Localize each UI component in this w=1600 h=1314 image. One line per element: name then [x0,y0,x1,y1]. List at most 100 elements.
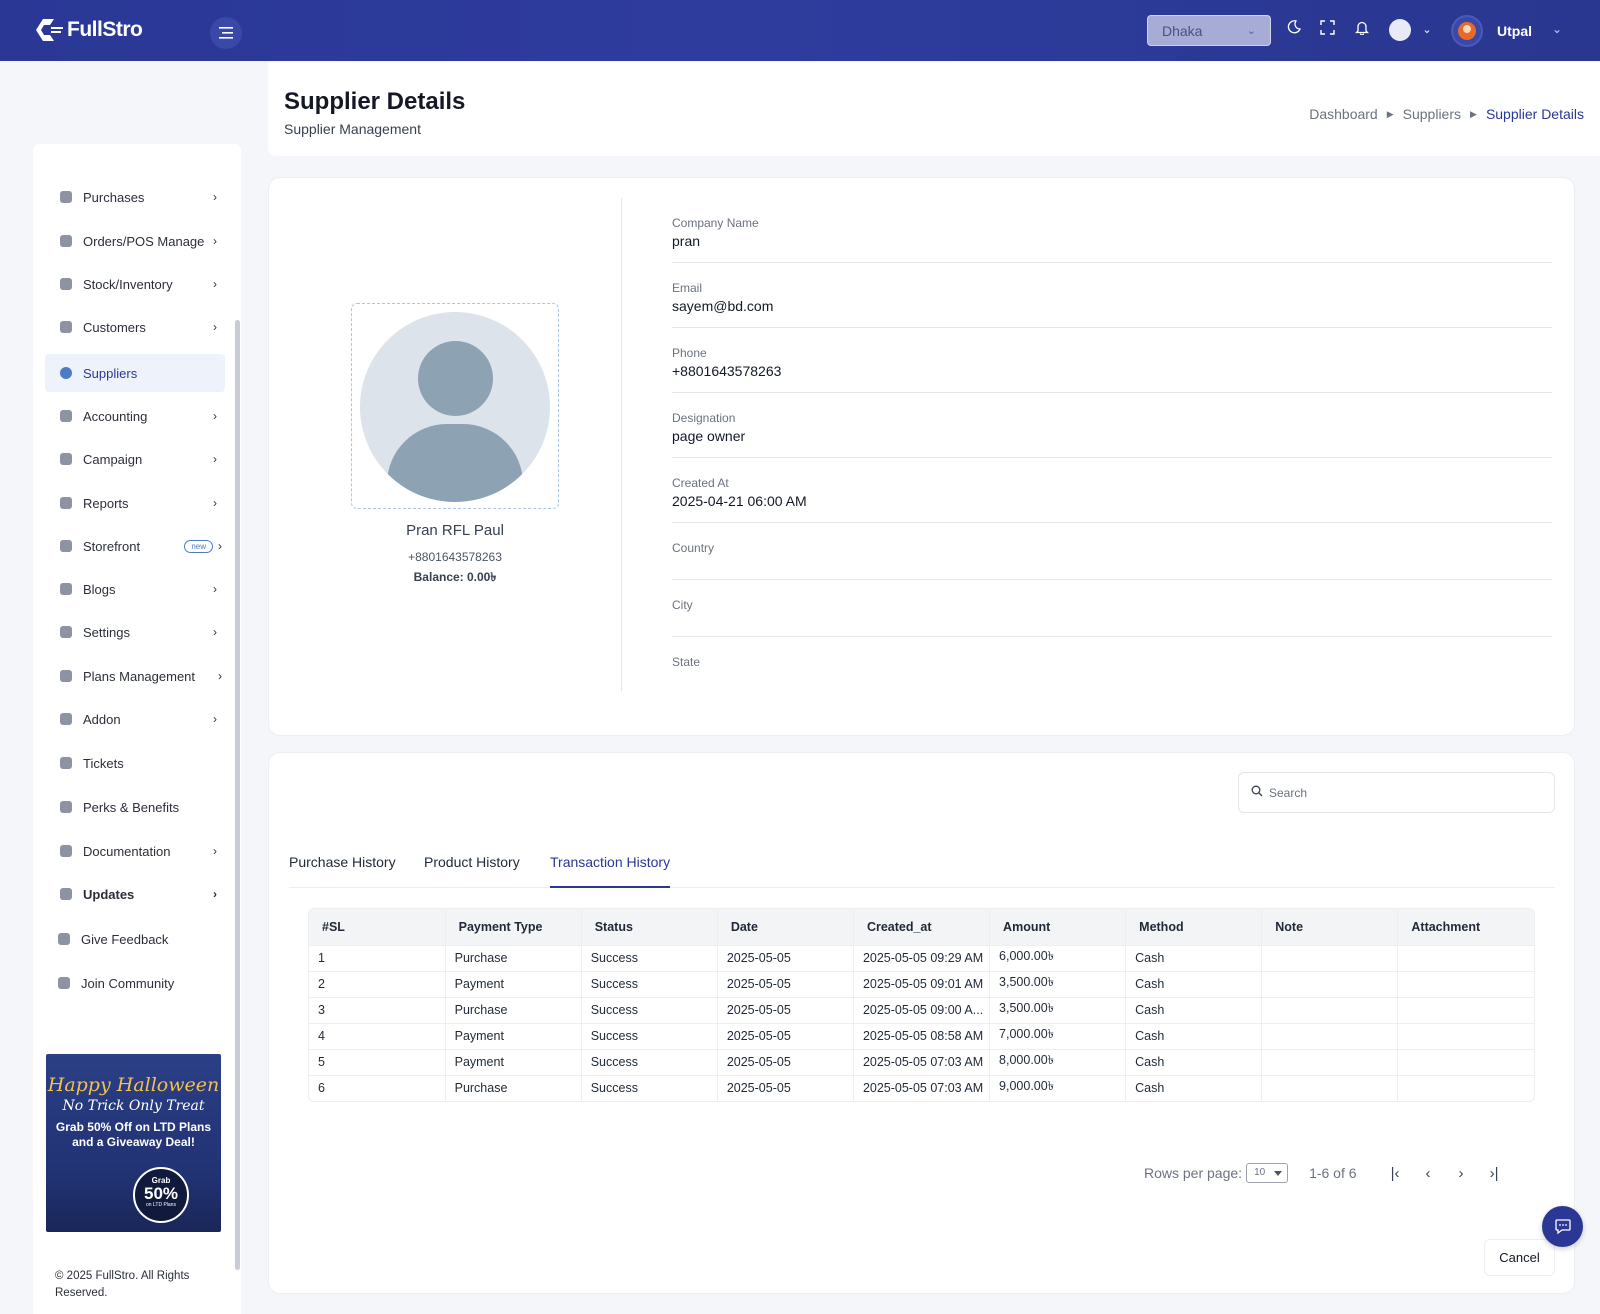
last-page-icon[interactable]: ›| [1478,1165,1511,1182]
cell-payment-type: Payment [445,1048,582,1075]
accounting-icon [60,410,72,422]
rows-per-page-value: 10 [1254,1167,1266,1178]
cell-status: Success [581,1022,718,1049]
cancel-button[interactable]: Cancel [1484,1239,1555,1276]
table-row[interactable]: 6 Purchase Success 2025-05-05 2025-05-05… [309,1074,1534,1101]
cell-date: 2025-05-05 [717,944,854,971]
sidebar-item-suppliers[interactable]: Suppliers [45,354,225,392]
fullscreen-icon[interactable] [1316,20,1338,41]
breadcrumb-dashboard[interactable]: Dashboard [1309,106,1378,122]
column-header-status[interactable]: Status [581,909,718,945]
community-icon [58,977,70,989]
sidebar-item-settings[interactable]: Settings › [45,613,225,651]
table-row[interactable]: 3 Purchase Success 2025-05-05 2025-05-05… [309,996,1534,1023]
breadcrumb-suppliers[interactable]: Suppliers [1403,106,1461,122]
rows-per-page-select[interactable]: 10 [1246,1163,1289,1183]
chevron-down-icon: ⌄ [1246,25,1256,37]
chevron-down-icon[interactable]: ⌄ [1416,20,1438,40]
sidebar-item-orders[interactable]: Orders/POS Management › [45,222,225,260]
cell-status: Success [581,1074,718,1101]
chevron-right-icon: › [213,582,217,596]
cell-attachment [1397,1048,1534,1075]
sidebar-item-accounting[interactable]: Accounting › [45,397,225,435]
caret-down-icon [1274,1171,1283,1176]
table-row[interactable]: 5 Payment Success 2025-05-05 2025-05-05 … [309,1048,1534,1075]
chevron-right-icon: › [213,320,217,334]
brand-logo[interactable]: FullStro [34,16,143,44]
column-header-amount[interactable]: Amount [989,909,1127,945]
sidebar-item-updates[interactable]: Updates › [45,875,225,913]
column-header-created-at[interactable]: Created_at [853,909,991,945]
cell-method: Cash [1125,996,1263,1023]
field-state: State [672,637,1552,694]
previous-page-icon[interactable]: ‹ [1412,1165,1445,1182]
sidebar-item-addon[interactable]: Addon › [45,700,225,738]
ticket-icon [60,757,72,769]
purchases-icon [60,191,72,203]
table-header-row: #SL Payment Type Status Date Created_at … [309,909,1534,945]
menu-toggle-button[interactable] [210,17,242,49]
tab-transaction-history[interactable]: Transaction History [550,854,671,888]
tab-purchase-history[interactable]: Purchase History [289,854,396,888]
sidebar-item-label: Storefront [83,538,141,554]
column-header-date[interactable]: Date [717,909,854,945]
supplier-photo[interactable] [351,303,559,509]
sidebar-item-label: Campaign [83,451,143,467]
storefront-icon [60,540,72,552]
sidebar-item-perks[interactable]: Perks & Benefits [45,788,225,826]
first-page-icon[interactable]: |‹ [1379,1165,1412,1182]
table-row[interactable]: 4 Payment Success 2025-05-05 2025-05-05 … [309,1022,1534,1049]
sidebar-item-tickets[interactable]: Tickets [45,744,225,782]
sidebar-item-label: Accounting [83,408,148,424]
documentation-icon [60,845,72,857]
tab-product-history[interactable]: Product History [424,854,520,888]
cell-note [1261,1048,1399,1075]
column-header-sl[interactable]: #SL [309,909,446,945]
brand-name: FullStro [67,18,143,41]
perks-icon [60,801,72,813]
bell-icon[interactable] [1351,20,1373,41]
chat-icon [1554,1219,1571,1234]
chevron-right-icon: › [213,496,217,510]
chat-button[interactable] [1542,1206,1583,1247]
field-label: Email [672,281,703,295]
sidebar-scrollbar[interactable] [235,320,240,1270]
chevron-down-icon[interactable]: ⌄ [1552,22,1562,36]
sidebar-item-reports[interactable]: Reports › [45,484,225,522]
column-header-method[interactable]: Method [1125,909,1263,945]
column-header-note[interactable]: Note [1261,909,1399,945]
user-avatar[interactable] [1451,15,1483,47]
sidebar-item-plans[interactable]: Plans Management › [45,657,225,695]
column-header-attachment[interactable]: Attachment [1397,909,1534,945]
sidebar-item-purchases[interactable]: Purchases › [45,178,225,216]
cell-date: 2025-05-05 [717,970,854,997]
sidebar-item-feedback[interactable]: Give Feedback [45,920,225,958]
column-header-payment-type[interactable]: Payment Type [445,909,582,945]
sidebar-item-community[interactable]: Join Community [45,964,225,1002]
sidebar-item-label: Suppliers [83,365,138,381]
sidebar-item-storefront[interactable]: Storefront new › [45,527,225,565]
history-card: Purchase History Product History Transac… [268,752,1575,1294]
sidebar-item-blogs[interactable]: Blogs › [45,570,225,608]
table-row[interactable]: 1 Purchase Success 2025-05-05 2025-05-05… [309,944,1534,971]
sidebar-item-campaign[interactable]: Campaign › [45,440,225,478]
language-flag-icon[interactable] [1389,19,1411,41]
page-subtitle: Supplier Management [284,121,421,137]
dark-mode-icon[interactable] [1283,20,1305,40]
user-name[interactable]: Utpal [1497,23,1532,39]
search-input[interactable] [1269,783,1539,803]
next-page-icon[interactable]: › [1445,1165,1478,1182]
cell-date: 2025-05-05 [717,1022,854,1049]
sidebar-item-label: Perks & Benefits [83,799,180,815]
feedback-icon [58,933,70,945]
table-row[interactable]: 2 Payment Success 2025-05-05 2025-05-05 … [309,970,1534,997]
location-select-value: Dhaka [1162,23,1203,39]
sidebar-item-documentation[interactable]: Documentation › [45,832,225,870]
supplier-balance: Balance: 0.00৳ [413,570,497,584]
cell-method: Cash [1125,1022,1263,1049]
sidebar-item-stock[interactable]: Stock/Inventory › [45,265,225,303]
promo-banner[interactable]: Happy Halloween No Trick Only Treat Grab… [46,1054,221,1232]
location-select[interactable]: Dhaka ⌄ [1147,15,1271,46]
sidebar-item-customers[interactable]: Customers › [45,308,225,346]
field-email: Email sayem@bd.com [672,263,1552,328]
